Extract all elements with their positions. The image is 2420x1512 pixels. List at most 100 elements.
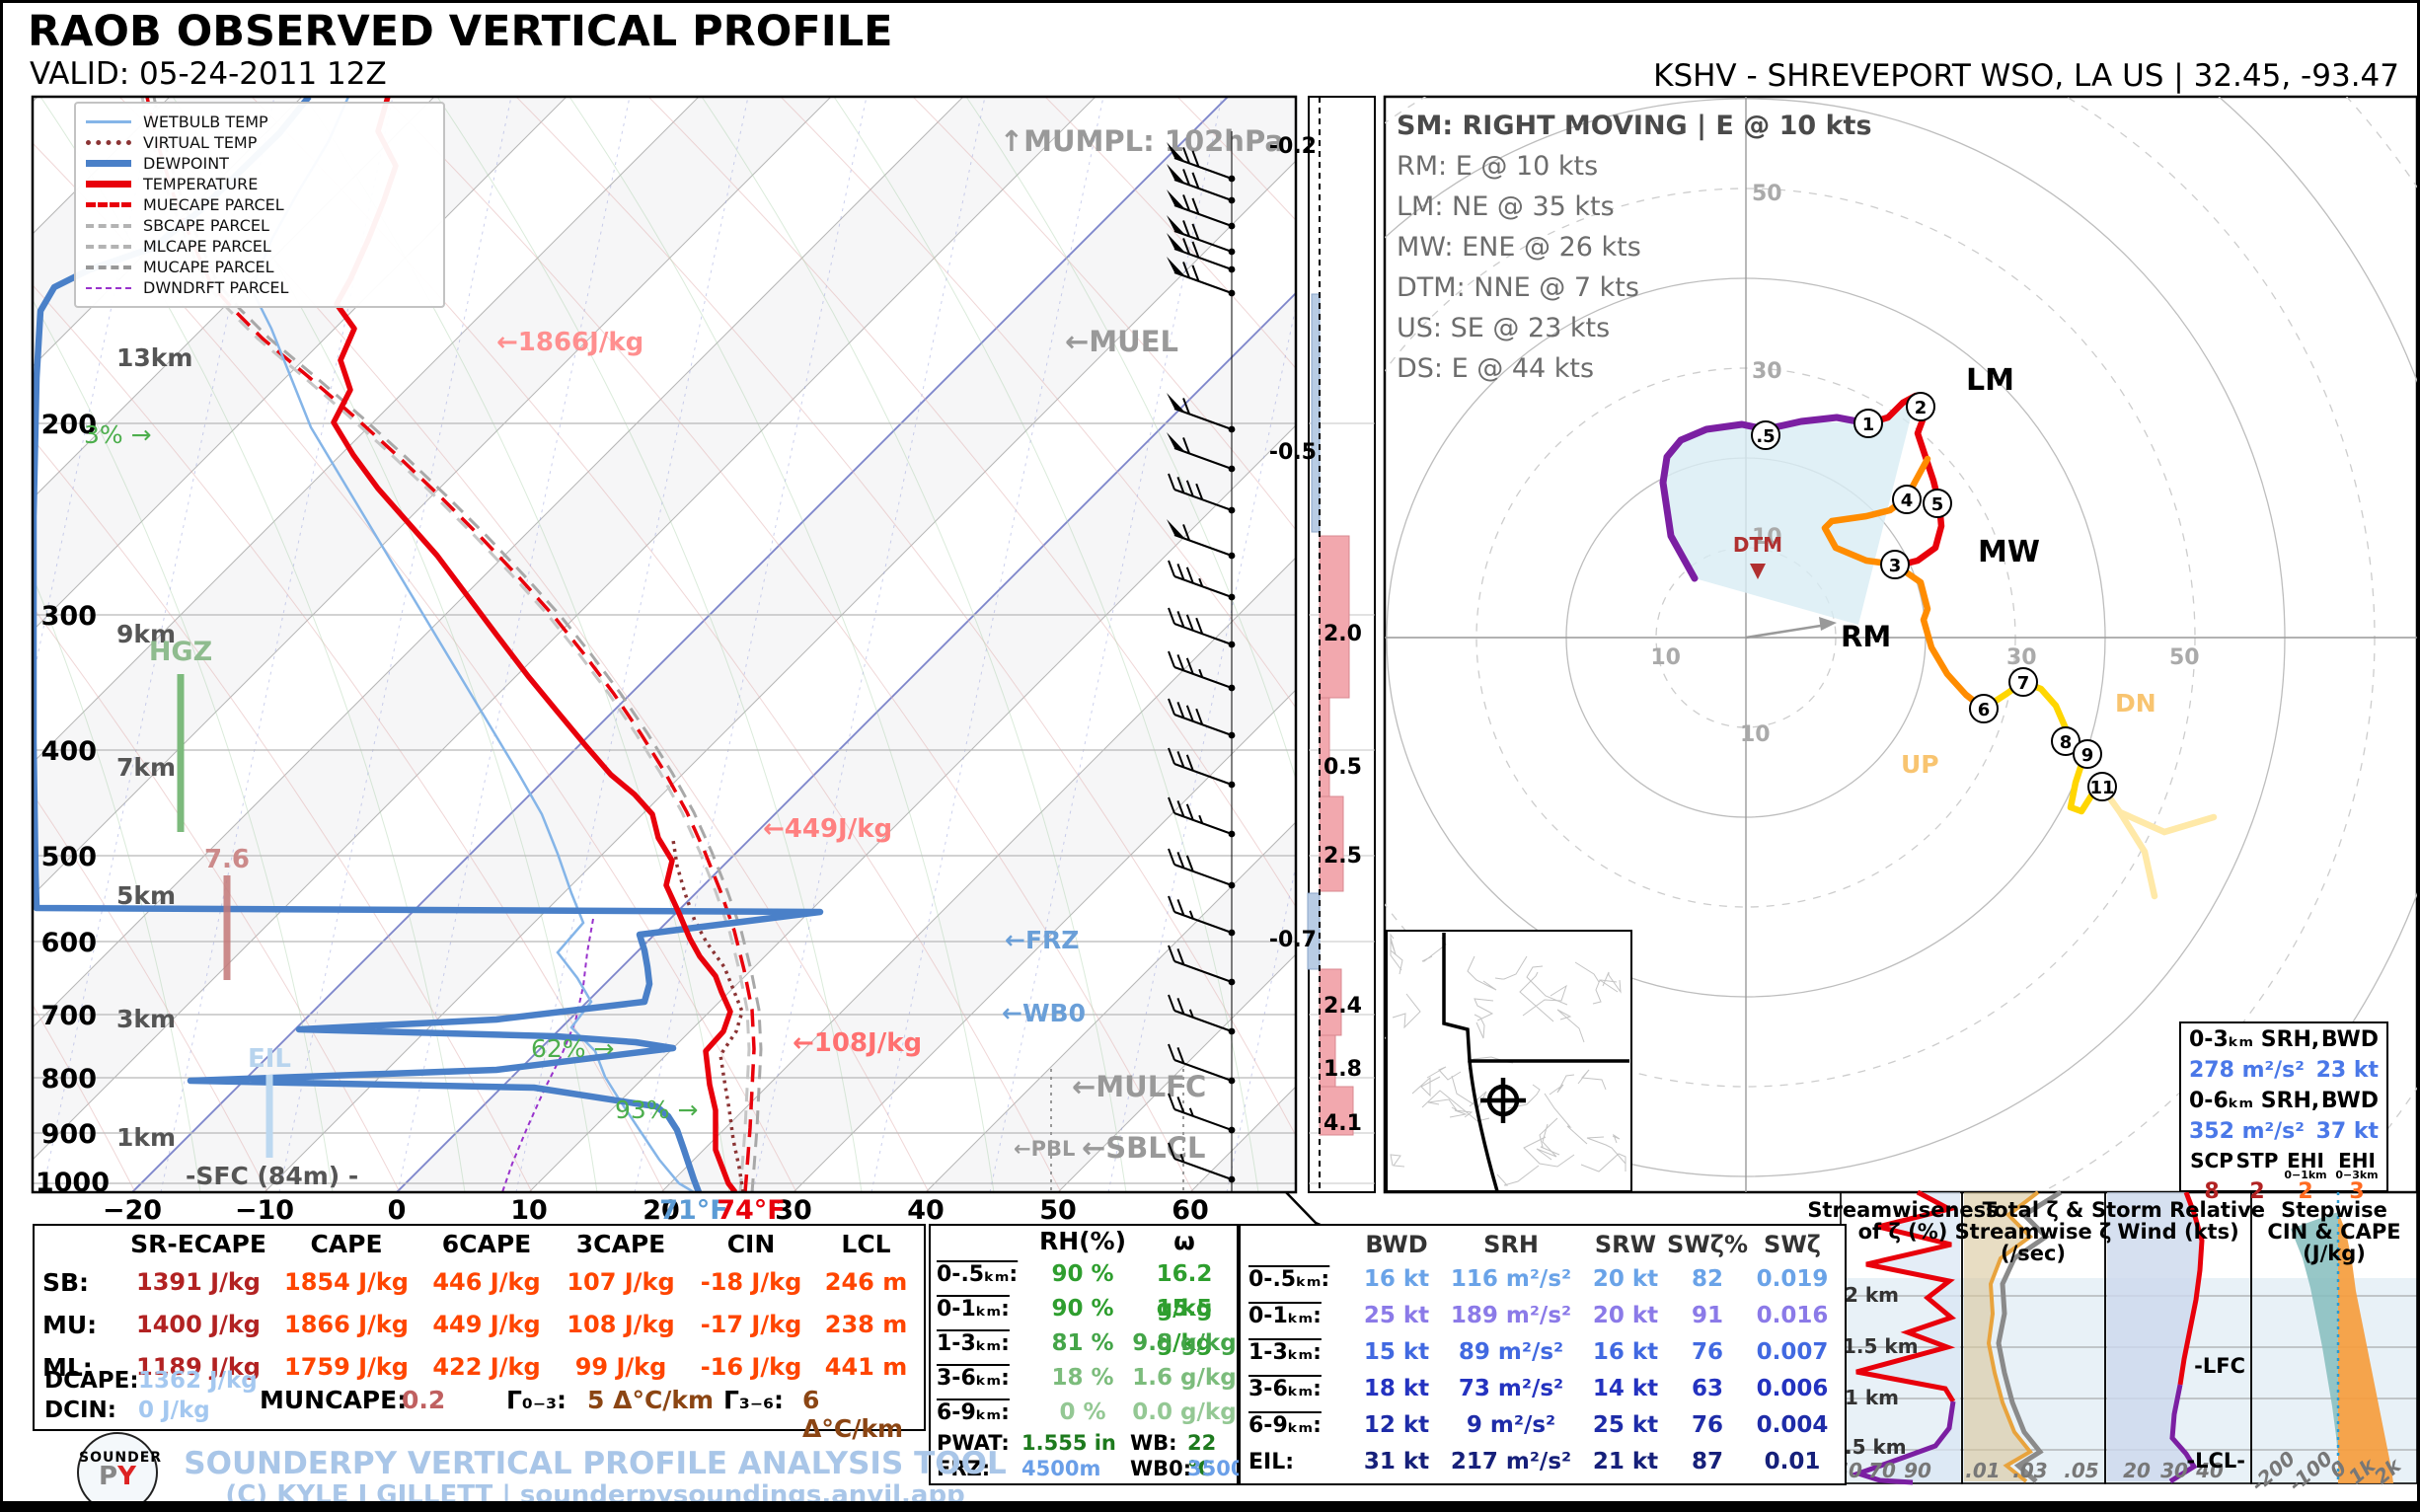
- cell: 449 J/kg: [419, 1304, 554, 1346]
- cell: -18 J/kg: [688, 1261, 814, 1304]
- omega-label: 1.8: [1323, 1057, 1362, 1082]
- w-value: 1.6 g/kg: [1132, 1361, 1237, 1396]
- mini-title: of ζ (%): [1858, 1220, 1948, 1244]
- col-header: CIN: [688, 1226, 814, 1261]
- height-marker: 7: [2017, 673, 2030, 694]
- height-marker: 8: [2060, 732, 2073, 753]
- mini-tick: .01: [1965, 1459, 2000, 1482]
- legend-label: VIRTUAL TEMP: [143, 133, 257, 152]
- sounderpy-figure: 200 300 400 500 600 700 800 900 1000 13k…: [0, 0, 2420, 1512]
- thermo-table: SR-ECAPE CAPE 6CAPE 3CAPE CIN LCL SB: 13…: [33, 1224, 926, 1431]
- virtual-temp-line-sample: [86, 140, 131, 145]
- bwd6-label: BWD: [2321, 1089, 2379, 1119]
- rh-value: 18 %: [1033, 1361, 1132, 1396]
- col-header: SWζ%: [1667, 1226, 1748, 1261]
- cell: 31 kt: [1355, 1444, 1438, 1480]
- rh-annotation-mid: 62% →: [531, 1034, 614, 1063]
- srh6-value: 352 m²/s²: [2189, 1119, 2305, 1150]
- col-header: SRH: [1438, 1226, 1584, 1261]
- cell: 246 m: [814, 1261, 918, 1304]
- lapse03-label: Γ₀₋₃:: [506, 1386, 567, 1414]
- cell: 446 J/kg: [419, 1261, 554, 1304]
- cell: 1866 J/kg: [273, 1304, 419, 1346]
- legend-row: SBCAPE PARCEL: [86, 215, 433, 236]
- ring-label: 10: [1740, 722, 1771, 747]
- cell: 12 kt: [1355, 1407, 1438, 1444]
- shear-table: BWD SRH SRW SWζ% SWζ 0-.5ₖₘ: 16 kt 116 m…: [1239, 1224, 1847, 1485]
- legend-row: VIRTUAL TEMP: [86, 132, 433, 153]
- cell: 76: [1667, 1334, 1748, 1371]
- mw-label: MW: [1978, 535, 2040, 569]
- eil-label: EIL: [248, 1044, 291, 1074]
- lm-label: LM: [1966, 363, 2014, 398]
- mini-tick: 70: [1868, 1459, 1896, 1482]
- temp-tick: 50: [1039, 1195, 1077, 1226]
- height-marker: 6: [1978, 700, 1991, 720]
- height-marker: 9: [2081, 745, 2094, 766]
- srh6-label: 0-6ₖₘ SRH,: [2189, 1089, 2319, 1119]
- mini-tick: .03: [2012, 1459, 2047, 1482]
- ring-label: 50: [2169, 645, 2200, 670]
- height-label: 13km: [116, 343, 192, 372]
- mover-rm: RM: E @ 10 kts: [1397, 146, 1872, 187]
- cell: 116 m²/s²: [1438, 1261, 1584, 1298]
- omega-label: -0.2: [1269, 134, 1317, 159]
- cell: 25 kt: [1584, 1407, 1667, 1444]
- legend-label: SBCAPE PARCEL: [143, 216, 269, 235]
- dewpoint-line-sample: [86, 160, 131, 167]
- cell: 15 kt: [1355, 1334, 1438, 1371]
- rh-header: RH(%): [1033, 1226, 1132, 1257]
- muel-annotation: ←MUEL: [1065, 325, 1178, 358]
- legend-box: WETBULB TEMP VIRTUAL TEMP DEWPOINT TEMPE…: [74, 102, 445, 308]
- cell: 1391 J/kg: [123, 1261, 273, 1304]
- cape108-annotation: ←108J/kg: [793, 1028, 922, 1058]
- mini-height: 2 km: [1845, 1283, 1899, 1307]
- dn-label: DN: [2115, 689, 2156, 718]
- cell: -16 J/kg: [688, 1346, 814, 1389]
- legend-label: WETBULB TEMP: [143, 113, 268, 131]
- mover-us: US: SE @ 23 kts: [1397, 308, 1872, 348]
- mini-height: .5 km: [1845, 1435, 1907, 1459]
- omega-label: -0.5: [1269, 440, 1317, 465]
- wb0-label: WB0:: [1130, 1456, 1187, 1481]
- row-label: 1-3ₖₘ:: [1241, 1334, 1355, 1371]
- mini-tick: 30: [2160, 1459, 2188, 1482]
- pressure-tick: 700: [41, 1001, 97, 1031]
- pressure-tick: 500: [41, 842, 97, 872]
- height-marker: 1: [1862, 415, 1875, 435]
- omega-label: 0.5: [1323, 755, 1362, 780]
- omega-label: 4.1: [1323, 1111, 1362, 1136]
- omega-header: ω: [1132, 1226, 1237, 1257]
- omega-label: 2.0: [1323, 622, 1362, 646]
- legend-row: MLCAPE PARCEL: [86, 236, 433, 257]
- lcl-label: -LCL-: [2186, 1449, 2245, 1473]
- map-inset: [1387, 931, 1631, 1191]
- mover-dtm: DTM: NNE @ 7 kts: [1397, 267, 1872, 308]
- cell: 1759 J/kg: [273, 1346, 419, 1389]
- station-info: KSHV - SHREVEPORT WSO, LA US | 32.45, -9…: [1653, 58, 2399, 94]
- col-header: SWζ: [1748, 1226, 1837, 1261]
- temp-tick: 40: [907, 1195, 945, 1226]
- cell: 76: [1667, 1407, 1748, 1444]
- temp-tick: 0: [388, 1195, 407, 1226]
- pressure-tick: 900: [41, 1119, 97, 1150]
- col-header: LCL: [814, 1226, 918, 1261]
- row-label: EIL:: [1241, 1444, 1355, 1480]
- row-label: 3-6ₖₘ:: [1241, 1371, 1355, 1407]
- bwd6-value: 37 kt: [2316, 1119, 2379, 1150]
- dcape-value: 1362 J/kg: [138, 1368, 258, 1394]
- mlcape-line-sample: [86, 245, 131, 249]
- lapse-label: 7.6: [204, 845, 250, 874]
- col-header: SRW: [1584, 1226, 1667, 1261]
- height-marker: .5: [1756, 426, 1775, 447]
- wb0-value: 3500m: [1187, 1456, 1247, 1481]
- lapse36-label: Γ₃₋₆:: [723, 1386, 784, 1414]
- cell: 238 m: [814, 1304, 918, 1346]
- omega-label: -0.7: [1269, 928, 1317, 952]
- omega-bar-pos: [1320, 698, 1329, 796]
- legend-label: DEWPOINT: [143, 154, 229, 173]
- height-label: 5km: [116, 881, 176, 910]
- temp-tick: −10: [235, 1195, 294, 1226]
- rh-annotation-top: 3% →: [84, 420, 152, 449]
- logo-text-p: P: [99, 1462, 117, 1491]
